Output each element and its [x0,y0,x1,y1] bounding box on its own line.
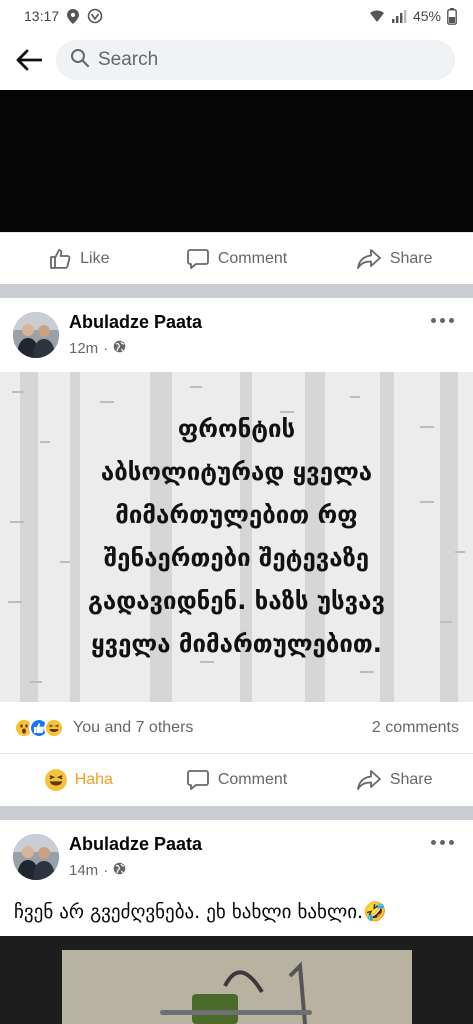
post-card: Abuladze Paata 14m · ჩვენ არ გვეძღვნება.… [0,820,473,1024]
post-image[interactable]: ფრონტის აბსოლიტურად ყველა მიმართულებით რ… [0,372,473,702]
post-options-button[interactable] [429,314,455,326]
video-post [0,88,473,232]
post-card: Abuladze Paata 12m · ფრონტის აბსოლიტურად… [0,298,473,806]
post-options-button[interactable] [429,836,455,848]
share-icon [356,248,381,269]
search-bar[interactable] [56,40,455,80]
caption-line: აბსოლიტურად ყველა [100,458,373,486]
share-icon [356,770,381,790]
caption-line: ფრონტის [177,415,296,443]
signal-icon [391,9,407,23]
comment-button[interactable]: Comment [158,754,316,806]
video-player[interactable] [0,90,473,232]
caption-line: გადავიდნენ. ხაზს უსვავ [87,587,386,615]
comment-button[interactable]: Comment [158,233,316,284]
caption-line: ყველა მიმართულებით. [91,630,382,658]
avatar[interactable] [13,312,59,358]
post-header: Abuladze Paata 12m · [0,298,473,372]
vpn-icon [87,8,103,24]
reactions-text[interactable]: You and 7 others [73,719,193,737]
post-header: Abuladze Paata 14m · [0,820,473,894]
haha-label: Haha [74,771,113,788]
gesture-nav-handle[interactable] [160,1010,312,1015]
post-meta: 12m · [69,340,126,357]
haha-icon [44,769,67,791]
wifi-icon [369,9,385,23]
search-header [0,32,473,88]
status-bar: 13:17 45% [0,0,473,32]
globe-icon [113,862,126,879]
post-caption: ფრონტის აბსოლიტურად ყველა მიმართულებით რ… [0,408,473,666]
post-actions-bar: Haha Comment Share [0,754,473,806]
share-button[interactable]: Share [315,754,473,806]
post-meta: 14m · [69,862,126,879]
avatar[interactable] [13,834,59,880]
like-icon [50,248,71,269]
post-author[interactable]: Abuladze Paata [69,312,202,333]
reaction-icons[interactable] [14,718,64,738]
video-actions-bar: Like Comment Share [0,232,473,284]
search-input[interactable] [98,49,441,71]
post-author[interactable]: Abuladze Paata [69,834,202,855]
post-time[interactable]: 14m [69,862,98,879]
back-arrow-icon[interactable] [12,43,46,77]
globe-icon [113,340,126,357]
battery-icon [447,7,457,25]
comment-icon [186,770,209,790]
share-button[interactable]: Share [315,233,473,284]
haha-button[interactable]: Haha [0,754,158,806]
caption-line: მიმართულებით რფ [115,501,358,529]
comment-label: Comment [217,771,288,788]
share-label: Share [389,249,433,267]
comment-icon [186,248,209,269]
caption-line: შენაერთები შეტევაზე [103,544,370,572]
comments-count[interactable]: 2 comments [372,719,459,737]
reactions-summary: You and 7 others 2 comments [0,702,473,754]
search-icon [70,48,90,72]
post-text: ჩვენ არ გვეძღვნება. ეხ ხახლი ხახლი.🤣 [14,901,387,923]
comment-label: Comment [217,249,288,267]
post-time[interactable]: 12m [69,340,98,357]
location-pin-icon [67,8,80,24]
like-button[interactable]: Like [0,233,158,284]
status-time: 13:17 [24,8,60,24]
battery-percent: 45% [412,8,441,24]
haha-reaction-icon [44,718,64,738]
share-label: Share [389,771,433,788]
like-label: Like [80,249,110,267]
